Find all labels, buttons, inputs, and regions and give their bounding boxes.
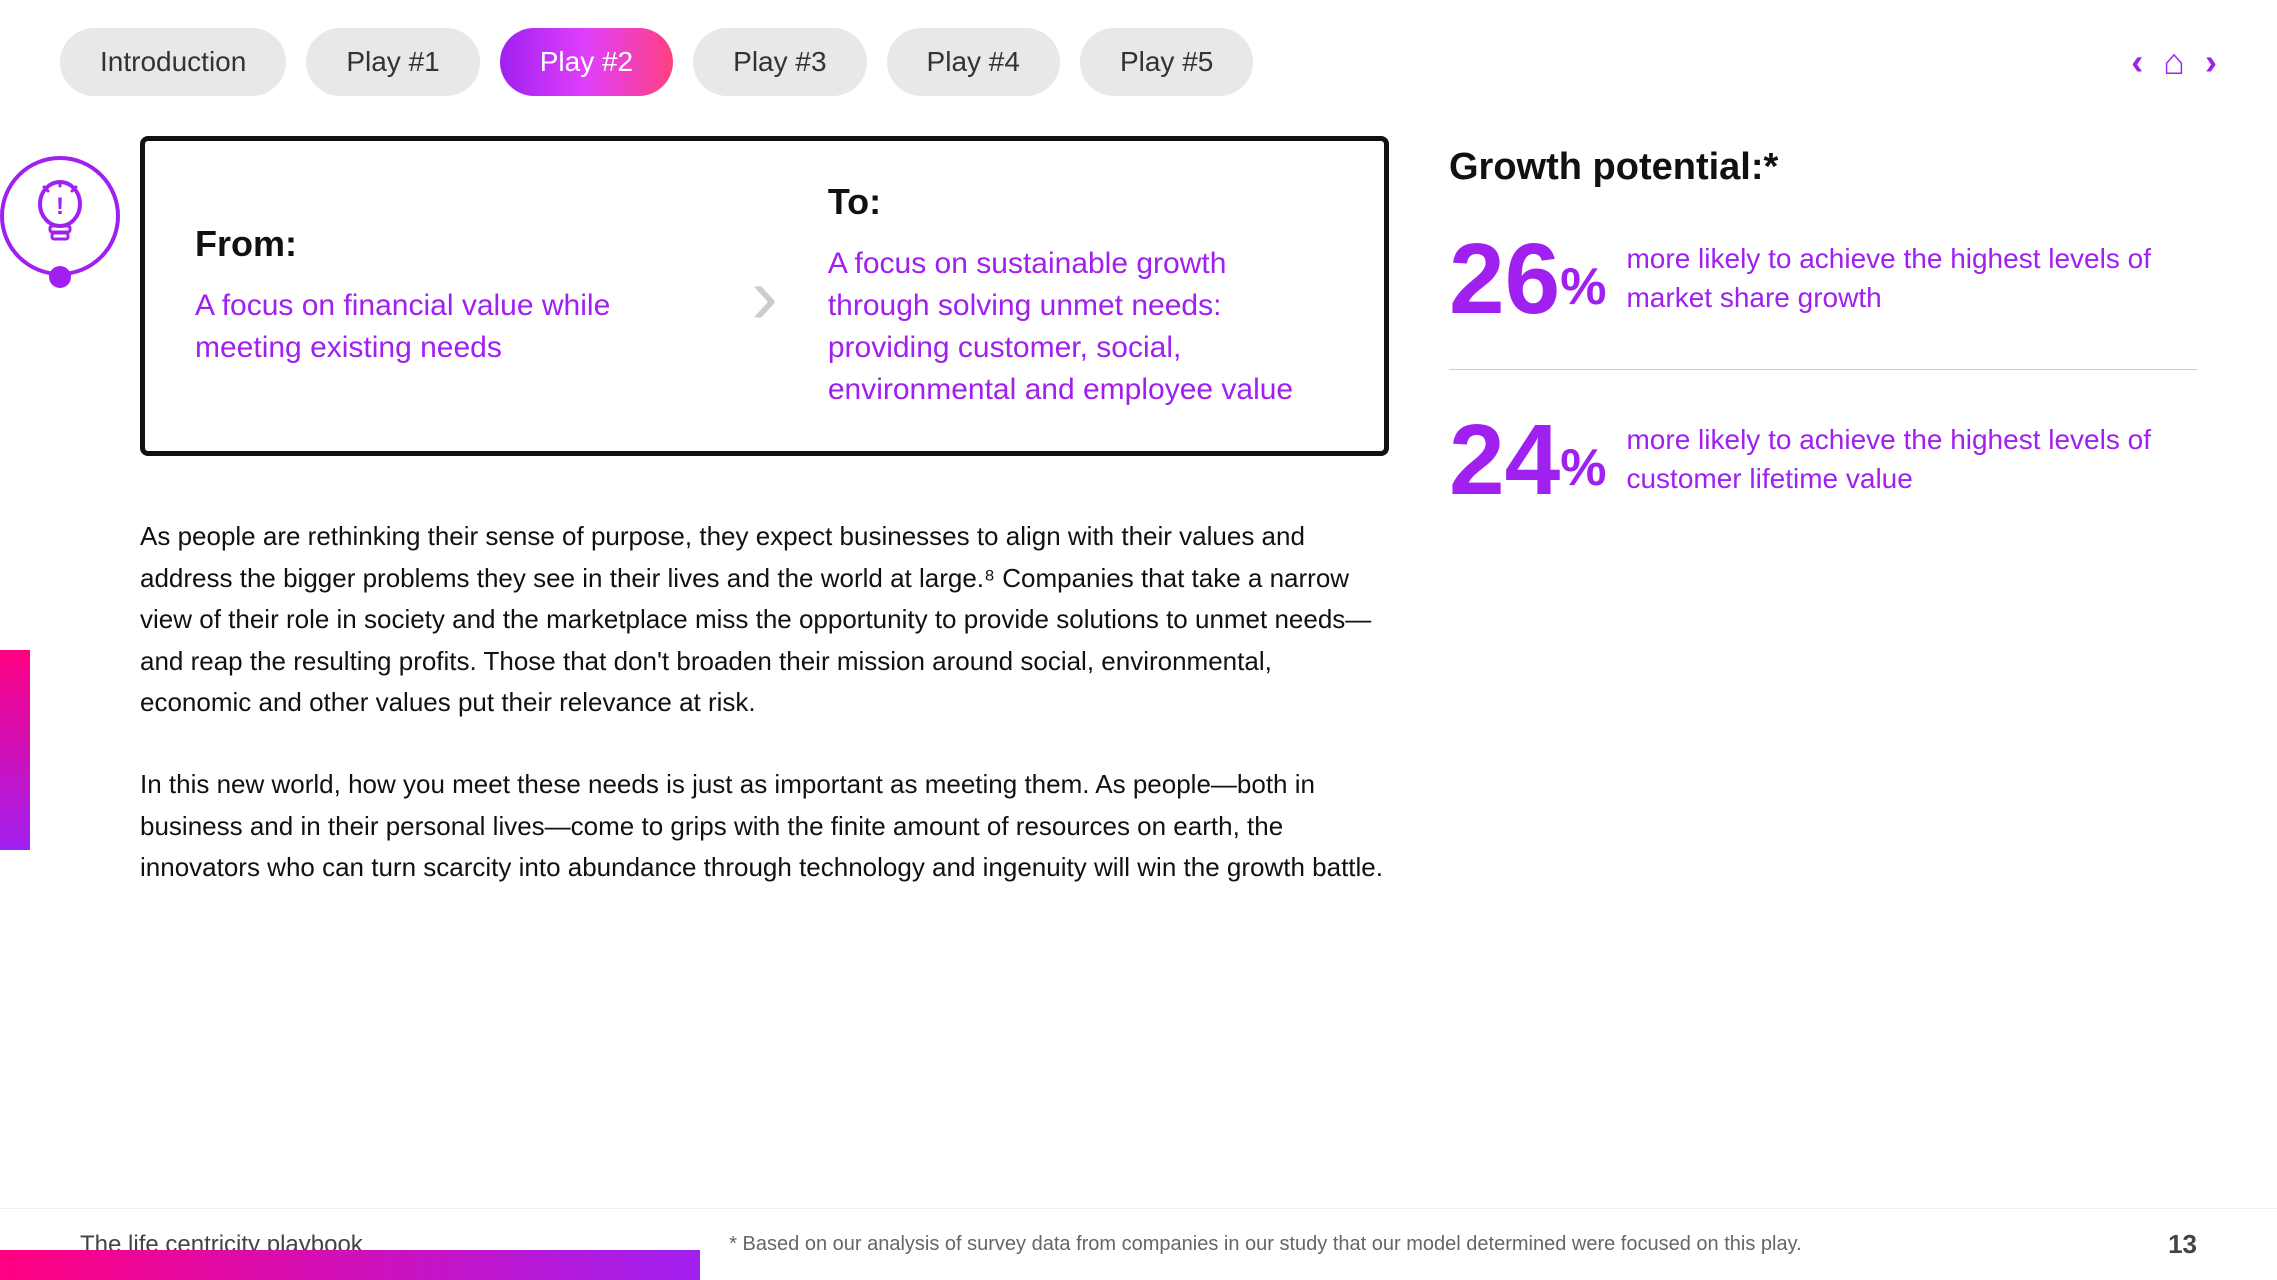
stat1-text: more likely to achieve the highest level… [1626, 239, 2197, 317]
play-icon-container: ! [0, 156, 120, 276]
home-icon[interactable]: ⌂ [2163, 41, 2185, 83]
prev-arrow[interactable]: ‹ [2131, 41, 2143, 83]
tab-play5[interactable]: Play #5 [1080, 28, 1253, 96]
stat2-percent: % [1560, 438, 1606, 498]
right-section: Growth potential:* 26 % more likely to a… [1449, 136, 2197, 929]
from-text: A focus on financial value while meeting… [195, 285, 701, 369]
main-content: ! From: A focus on financial value while… [0, 116, 2277, 949]
left-accent-bar [0, 650, 30, 850]
nav-controls: ‹ ⌂ › [2131, 41, 2217, 83]
body-paragraph-2: In this new world, how you meet these ne… [140, 764, 1389, 889]
navigation: Introduction Play #1 Play #2 Play #3 Pla… [0, 0, 2277, 116]
to-section: To: A focus on sustainable growth throug… [828, 181, 1334, 411]
to-label: To: [828, 181, 1334, 223]
tab-play4[interactable]: Play #4 [887, 28, 1060, 96]
stat-block-2: 24 % more likely to achieve the highest … [1449, 410, 2197, 510]
svg-text:!: ! [56, 193, 64, 220]
tab-play2[interactable]: Play #2 [500, 28, 673, 96]
body-text: As people are rethinking their sense of … [140, 516, 1389, 889]
next-arrow[interactable]: › [2205, 41, 2217, 83]
growth-title: Growth potential:* [1449, 146, 2197, 189]
to-text: A focus on sustainable growth through so… [828, 243, 1334, 411]
left-section: ! From: A focus on financial value while… [80, 136, 1389, 929]
arrow-separator: › [741, 250, 788, 342]
play-icon-circle: ! [0, 156, 120, 276]
stat2-text: more likely to achieve the highest level… [1626, 420, 2197, 498]
from-to-box: From: A focus on financial value while m… [140, 136, 1389, 456]
stat1-percent: % [1560, 257, 1606, 317]
from-section: From: A focus on financial value while m… [195, 223, 701, 369]
stat-block-1: 26 % more likely to achieve the highest … [1449, 229, 2197, 329]
stat1-number: 26 [1449, 229, 1560, 329]
from-label: From: [195, 223, 701, 265]
stat2-number: 24 [1449, 410, 1560, 510]
icon-dot [49, 266, 71, 288]
tab-play1[interactable]: Play #1 [306, 28, 479, 96]
stat-divider [1449, 369, 2197, 370]
footer-note: * Based on our analysis of survey data f… [729, 1233, 1801, 1256]
bottom-bar [0, 1250, 700, 1280]
tab-introduction[interactable]: Introduction [60, 28, 286, 96]
tab-play3[interactable]: Play #3 [693, 28, 866, 96]
footer-page: 13 [2168, 1229, 2197, 1260]
body-paragraph-1: As people are rethinking their sense of … [140, 516, 1389, 724]
lightbulb-icon: ! [30, 176, 90, 256]
